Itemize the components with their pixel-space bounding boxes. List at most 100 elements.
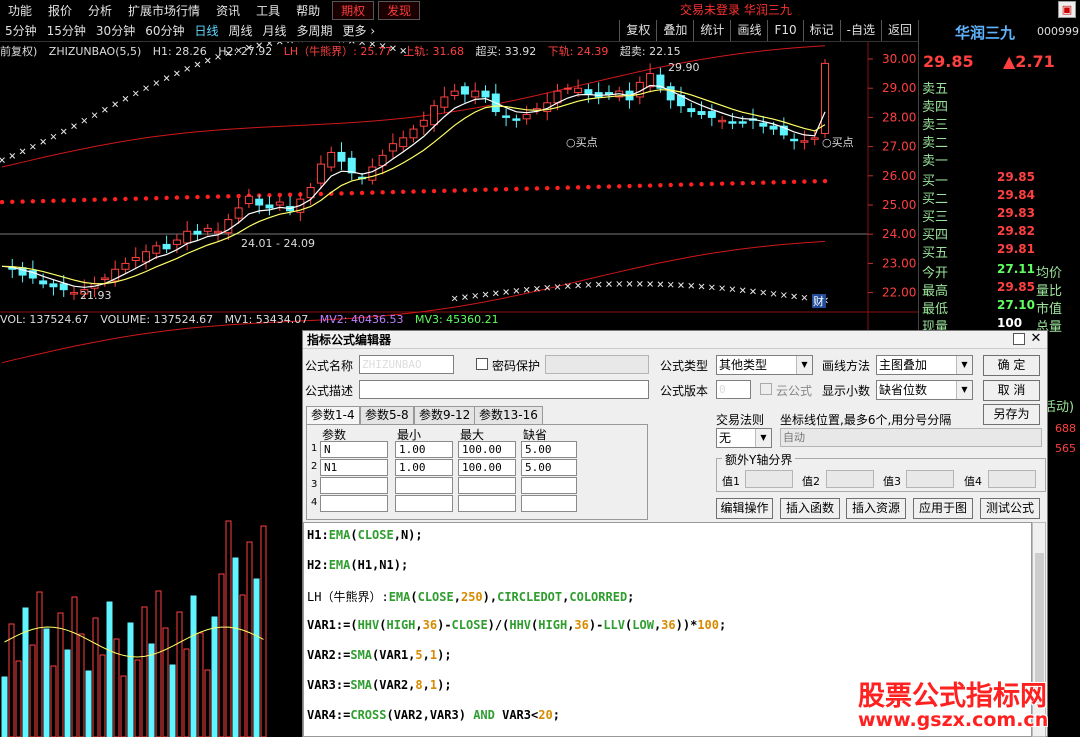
lh-dot (730, 181, 735, 186)
param-3-max[interactable] (458, 477, 516, 494)
menu-function[interactable]: 功能 (0, 2, 40, 19)
axis-input[interactable]: 自动 (780, 428, 1042, 447)
apply-to-chart-button[interactable]: 应用于图 (913, 498, 973, 519)
adjust-button[interactable]: 复权 (619, 20, 656, 41)
x-mark (40, 138, 47, 145)
candle-body (522, 113, 531, 120)
close-icon[interactable]: ✕ (1029, 332, 1043, 346)
candle-body (471, 90, 480, 98)
param-1-max[interactable]: 100.00 (458, 441, 516, 458)
decimal-select[interactable]: 缺省位数 ▼ (876, 380, 973, 400)
param-4-min[interactable] (395, 495, 453, 512)
discover-button[interactable]: 发现 (378, 0, 421, 20)
x-mark (636, 281, 643, 287)
draw-select[interactable]: 主图叠加 ▼ (876, 355, 973, 375)
draw-button[interactable]: 画线 (730, 20, 767, 41)
lh-dot (473, 187, 478, 193)
menu-analysis[interactable]: 分析 (80, 2, 120, 19)
password-checkbox[interactable] (476, 358, 488, 370)
period-weekly[interactable]: 周线 (224, 22, 258, 39)
trade-rule-select[interactable]: 无 ▼ (716, 428, 772, 448)
param-3-min[interactable] (395, 477, 453, 494)
overlay-button[interactable]: 叠加 (656, 20, 693, 41)
code-token: 8 (415, 678, 423, 692)
code-token: ( (379, 618, 387, 632)
mark-button[interactable]: 标记 (802, 20, 840, 41)
volume-legend: VOL: 137524.67 VOLUME: 137524.67 MV1: 53… (0, 313, 507, 327)
candle-body (70, 292, 79, 295)
edit-ops-button[interactable]: 编辑操作 (716, 498, 773, 519)
tab-params-9-12[interactable]: 参数9-12 (414, 406, 476, 424)
period-daily[interactable]: 日线 (189, 22, 223, 39)
volume-bar (134, 659, 141, 737)
x-mark (801, 294, 808, 301)
param-4-name[interactable] (320, 495, 388, 512)
param-3-name[interactable] (320, 477, 388, 494)
param-3-default[interactable] (521, 477, 577, 494)
options-button[interactable]: 期权 (332, 0, 375, 20)
remove-watch-button[interactable]: -自选 (839, 20, 881, 41)
param-2-name[interactable]: N1 (320, 459, 388, 476)
param-4-default[interactable] (521, 495, 577, 512)
buy-1-price: 29.85 (997, 170, 1035, 184)
param-2-min[interactable]: 1.00 (395, 459, 453, 476)
window-menu-icon[interactable]: ▣ (1058, 1, 1076, 18)
cloud-checkbox[interactable] (760, 383, 772, 395)
x-mark (143, 85, 149, 92)
code-token: VAR3< (494, 708, 539, 722)
lh-dot (431, 188, 437, 194)
cancel-button[interactable]: 取 消 (983, 380, 1040, 401)
desc-input[interactable] (359, 380, 649, 399)
code-token: CROSS (350, 708, 387, 722)
high-label: 29.90 (668, 61, 700, 74)
param-2-default[interactable]: 5.00 (521, 459, 577, 476)
formula-name-input[interactable]: ZHIZUNBAO (359, 355, 454, 374)
code-token: )- (588, 618, 604, 632)
test-formula-button[interactable]: 测试公式 (980, 498, 1040, 519)
param-1-name[interactable]: N (320, 441, 388, 458)
tab-params-1-4[interactable]: 参数1-4 (306, 406, 360, 424)
period-60min[interactable]: 60分钟 (140, 22, 189, 39)
tab-params-13-16[interactable]: 参数13-16 (474, 406, 543, 424)
period-monthly[interactable]: 月线 (258, 22, 292, 39)
period-5min[interactable]: 5分钟 (0, 22, 42, 39)
value-4-input[interactable] (988, 470, 1036, 488)
period-more[interactable]: 更多 › (338, 22, 381, 39)
lh-dot (20, 199, 25, 204)
period-30min[interactable]: 30分钟 (91, 22, 140, 39)
menu-extended-market[interactable]: 扩展市场行情 (120, 2, 208, 19)
help-icon[interactable] (1013, 333, 1025, 345)
param-4-max[interactable] (458, 495, 516, 512)
menu-help[interactable]: 帮助 (288, 2, 328, 19)
param-1-min[interactable]: 1.00 (395, 441, 453, 458)
value-3-input[interactable] (906, 470, 954, 488)
x-mark (770, 290, 777, 297)
stats-button[interactable]: 统计 (693, 20, 730, 41)
type-select[interactable]: 其他类型 ▼ (716, 355, 813, 375)
version-input[interactable]: 0 (716, 380, 751, 399)
x-mark (575, 282, 581, 289)
x-mark (9, 153, 16, 159)
password-input[interactable] (545, 355, 649, 374)
tab-params-5-8[interactable]: 参数5-8 (360, 406, 414, 424)
insert-resource-button[interactable]: 插入资源 (846, 498, 906, 519)
save-as-button[interactable]: 另存为 (983, 404, 1040, 425)
value-1-input[interactable] (745, 470, 793, 488)
back-button[interactable]: 返回 (880, 20, 918, 41)
insert-function-button[interactable]: 插入函数 (780, 498, 840, 519)
menu-quote[interactable]: 报价 (40, 2, 80, 19)
period-15min[interactable]: 15分钟 (42, 22, 91, 39)
code-token: 36 (422, 618, 438, 632)
period-multi[interactable]: 多周期 (292, 22, 338, 39)
param-1-default[interactable]: 5.00 (521, 441, 577, 458)
param-2-max[interactable]: 100.00 (458, 459, 516, 476)
volume-bar (176, 611, 183, 737)
lh-dot (390, 189, 396, 195)
menu-tools[interactable]: 工具 (248, 2, 288, 19)
stat-extra-val-1: 688 (1055, 422, 1076, 435)
ok-button[interactable]: 确 定 (983, 355, 1040, 376)
candle-body (388, 143, 397, 152)
f10-button[interactable]: F10 (767, 20, 802, 41)
menu-news[interactable]: 资讯 (208, 2, 248, 19)
value-2-input[interactable] (826, 470, 874, 488)
